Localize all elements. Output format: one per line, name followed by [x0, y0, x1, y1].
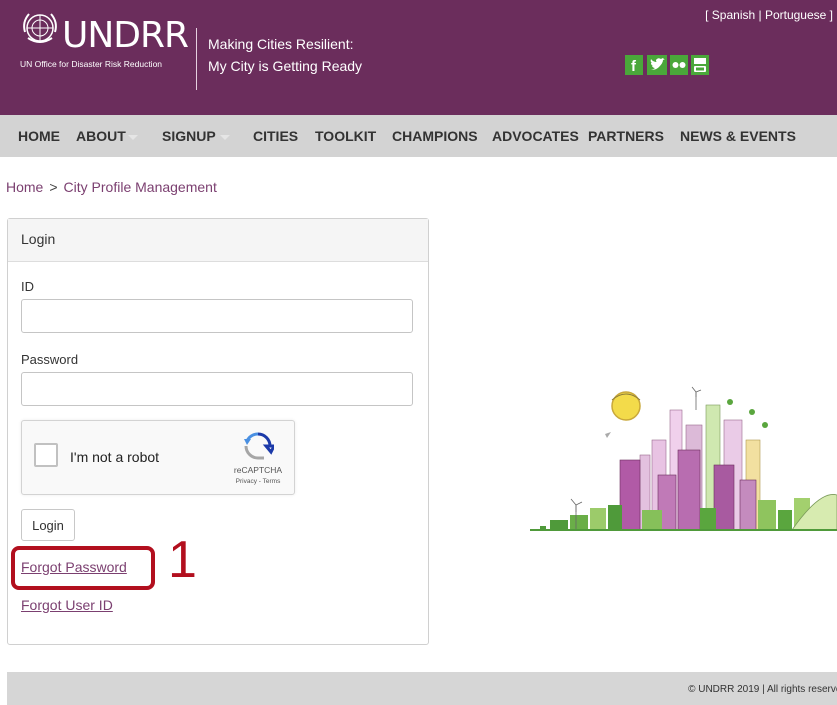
main-nav: HOME ABOUT SIGNUP CITIES TOOLKIT CHAMPIO…	[0, 115, 837, 157]
campaign-tagline-line2: My City is Getting Ready	[208, 58, 363, 74]
nav-item-about[interactable]: ABOUT	[76, 128, 126, 144]
nav-item-news-events[interactable]: NEWS & EVENTS	[680, 128, 796, 144]
breadcrumb-current[interactable]: City Profile Management	[64, 179, 217, 195]
youtube-icon[interactable]	[691, 55, 709, 75]
nav-item-signup[interactable]: SIGNUP	[162, 128, 216, 144]
facebook-icon[interactable]: f	[625, 55, 643, 75]
password-label: Password	[21, 352, 79, 367]
resilient-city-illustration	[530, 386, 837, 531]
site-footer: © UNDRR 2019 | All rights reserved	[7, 672, 837, 705]
recaptcha-brand: reCAPTCHA	[233, 465, 283, 475]
nav-item-partners[interactable]: PARTNERS	[588, 128, 664, 144]
login-button[interactable]: Login	[21, 509, 75, 541]
password-input[interactable]	[21, 372, 413, 406]
forgot-user-id-link[interactable]: Forgot User ID	[21, 597, 113, 613]
recaptcha-checkbox[interactable]	[34, 443, 58, 467]
signup-dropdown-caret-icon[interactable]	[220, 135, 230, 140]
recaptcha-terms-link[interactable]: Privacy - Terms	[218, 478, 298, 485]
login-panel-title: Login	[21, 231, 56, 247]
breadcrumb: Home > City Profile Management	[6, 179, 217, 195]
logo-subtitle: UN Office for Disaster Risk Reduction	[20, 59, 163, 69]
header-divider	[196, 28, 197, 90]
language-links[interactable]: [ Spanish | Portuguese ]	[705, 8, 833, 22]
campaign-tagline-line1: Making Cities Resilient:	[208, 36, 354, 52]
id-label: ID	[21, 279, 34, 294]
flickr-icon[interactable]	[670, 55, 688, 75]
login-panel-header: Login	[8, 219, 428, 262]
breadcrumb-separator: >	[49, 179, 58, 195]
about-dropdown-caret-icon[interactable]	[128, 135, 138, 140]
nav-item-home[interactable]: HOME	[18, 128, 60, 144]
nav-item-champions[interactable]: CHAMPIONS	[392, 128, 478, 144]
twitter-icon[interactable]	[647, 55, 667, 75]
site-header: UNDRR UN Office for Disaster Risk Reduct…	[0, 0, 837, 115]
footer-copyright: © UNDRR 2019 | All rights reserved	[688, 684, 837, 695]
nav-item-cities[interactable]: CITIES	[253, 128, 298, 144]
recaptcha-widget: I'm not a robot reCAPTCHA Privacy - Term…	[21, 420, 295, 495]
recaptcha-logo-icon	[244, 432, 274, 460]
recaptcha-label: I'm not a robot	[70, 449, 160, 465]
nav-item-advocates[interactable]: ADVOCATES	[492, 128, 579, 144]
logo-wordmark[interactable]: UNDRR	[62, 18, 189, 54]
nav-item-toolkit[interactable]: TOOLKIT	[315, 128, 376, 144]
annotation-highlight-box	[11, 546, 155, 590]
breadcrumb-home-link[interactable]: Home	[6, 179, 43, 195]
annotation-number: 1	[168, 531, 197, 589]
id-input[interactable]	[21, 299, 413, 333]
un-emblem-icon	[23, 13, 57, 43]
